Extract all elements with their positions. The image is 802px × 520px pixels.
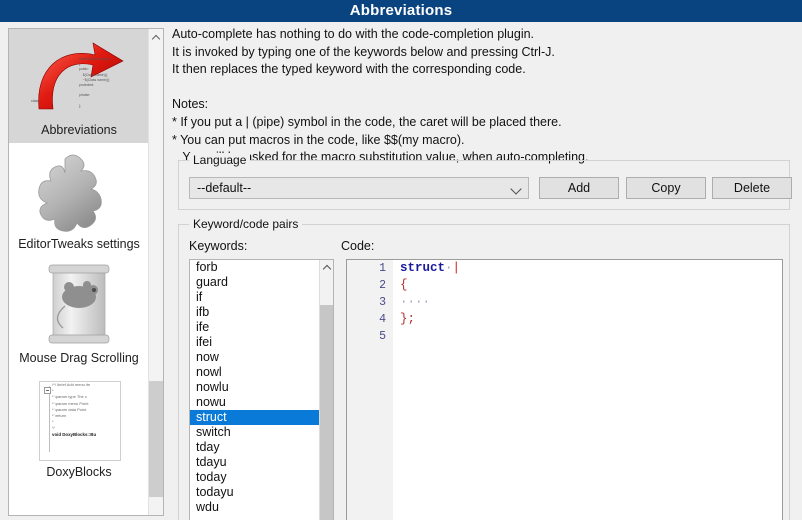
keyword-list-item[interactable]: todayu (190, 485, 333, 500)
delete-button[interactable]: Delete (712, 177, 792, 199)
add-button[interactable]: Add (539, 177, 619, 199)
sidebar-item-label: DoxyBlocks (46, 465, 112, 479)
window-title: Abbreviations (349, 2, 453, 19)
sidebar-item-label: EditorTweaks settings (18, 237, 140, 251)
keywords-list: forb guard if ifb ife ifei now nowl nowlu nowu str… (190, 260, 333, 515)
doxy-icon-box: /*! \brief Add menu ite * * \param type Th… (39, 381, 121, 461)
sidebar-item-label: Abbreviations (41, 123, 117, 137)
keyword-list-item[interactable]: ife (190, 320, 333, 335)
keywords-scrollbar-thumb[interactable] (320, 305, 333, 520)
sidebar-item-abbreviations[interactable]: class $(Class name) { public: $(Class na… (9, 29, 149, 143)
keywords-scrollbar[interactable] (319, 260, 333, 520)
code-editor[interactable]: 12345 struct·|{····}; (346, 259, 783, 520)
doxy-fold-toggle-icon (44, 387, 51, 394)
keywords-label: Keywords: (189, 239, 248, 253)
code-token: | (452, 261, 461, 275)
language-select-value: --default-- (197, 181, 252, 195)
sidebar-scrollbar-thumb[interactable] (149, 381, 163, 497)
abbr-icon-code: class $(Class name) { public: $(Class na… (79, 57, 110, 108)
code-token: }; (400, 312, 416, 326)
doxygen-comment-icon: /*! \brief Add menu ite * * \param type Th… (9, 377, 149, 463)
sidebar-scrollbar[interactable] (148, 29, 163, 515)
keyword-list-item[interactable]: forb (190, 260, 333, 275)
description-text: Auto-complete has nothing to do with the… (172, 27, 589, 165)
line-number: 1 (379, 262, 386, 275)
sidebar-item-doxyblocks[interactable]: /*! \brief Add menu ite * * \param type Th… (9, 371, 149, 485)
sidebar-scroll-up-icon[interactable] (149, 29, 163, 46)
keyword-list-item[interactable]: wdu (190, 500, 333, 515)
sidebar-item-mouse-drag-scrolling[interactable]: Mouse Drag Scrolling (9, 257, 149, 371)
pairs-group-title: Keyword/code pairs (189, 217, 303, 231)
code-token: · (445, 261, 453, 275)
code-text-area[interactable]: struct·|{····}; (393, 260, 782, 520)
chevron-down-icon (510, 183, 522, 195)
keyword-code-pairs-group: Keyword/code pairs Keywords: Code: forb g… (178, 217, 790, 520)
keyword-list-item[interactable]: struct (190, 410, 333, 425)
keyword-list-item[interactable]: if (190, 290, 333, 305)
language-group: Language --default-- Add Copy Delete (178, 153, 792, 210)
settings-page-sidebar[interactable]: class $(Class name) { public: $(Class na… (8, 28, 164, 516)
keyword-list-item[interactable]: nowl (190, 365, 333, 380)
copy-button[interactable]: Copy (626, 177, 706, 199)
sidebar-item-editortweaks-settings[interactable]: EditorTweaks settings (9, 143, 149, 257)
abbreviations-dialog: Abbreviations class $(Class name) { publ… (0, 0, 802, 520)
keywords-scroll-up-icon[interactable] (320, 260, 333, 276)
code-token: struct (400, 261, 446, 275)
mouse-on-scroll-icon (9, 263, 149, 349)
keywords-listbox[interactable]: forb guard if ifb ife ifei now nowl nowlu nowu str… (189, 259, 334, 520)
sidebar-item-label: Mouse Drag Scrolling (19, 351, 139, 365)
keyword-list-item[interactable]: switch (190, 425, 333, 440)
line-number: 5 (379, 330, 386, 343)
keyword-list-item[interactable]: nowu (190, 395, 333, 410)
code-line: ···· (393, 294, 782, 311)
keyword-list-item[interactable]: guard (190, 275, 333, 290)
abbr-icon-classword: class (31, 99, 40, 103)
keyword-list-item[interactable]: nowlu (190, 380, 333, 395)
keyword-list-item[interactable]: tdayu (190, 455, 333, 470)
code-line: { (393, 277, 782, 294)
main-content: Auto-complete has nothing to do with the… (172, 26, 794, 520)
line-number: 3 (379, 296, 386, 309)
code-token: { (400, 278, 408, 292)
doxy-icon-signature: void DoxyBlocks::Bu (52, 431, 97, 437)
language-group-title: Language (189, 153, 251, 167)
keyword-list-item[interactable]: ifei (190, 335, 333, 350)
keyword-list-item[interactable]: today (190, 470, 333, 485)
keyword-list-item[interactable]: now (190, 350, 333, 365)
sidebar-item-list: class $(Class name) { public: $(Class na… (9, 29, 149, 485)
code-line: }; (393, 311, 782, 328)
line-number-gutter: 1 2 3 4 5 (347, 260, 393, 520)
keyword-list-item[interactable]: ifb (190, 305, 333, 320)
keyword-list-item[interactable]: tday (190, 440, 333, 455)
window-title-bar: Abbreviations (0, 0, 802, 22)
line-number: 4 (379, 313, 386, 326)
red-curved-arrow-icon: class $(Class name) { public: $(Class na… (9, 35, 149, 121)
puzzle-piece-icon (9, 149, 149, 235)
code-label: Code: (341, 239, 375, 253)
code-line: struct·| (393, 260, 782, 277)
doxy-fold-bar (49, 386, 50, 452)
code-token: ···· (400, 295, 431, 309)
line-number: 2 (379, 279, 386, 292)
language-select[interactable]: --default-- (189, 177, 529, 199)
